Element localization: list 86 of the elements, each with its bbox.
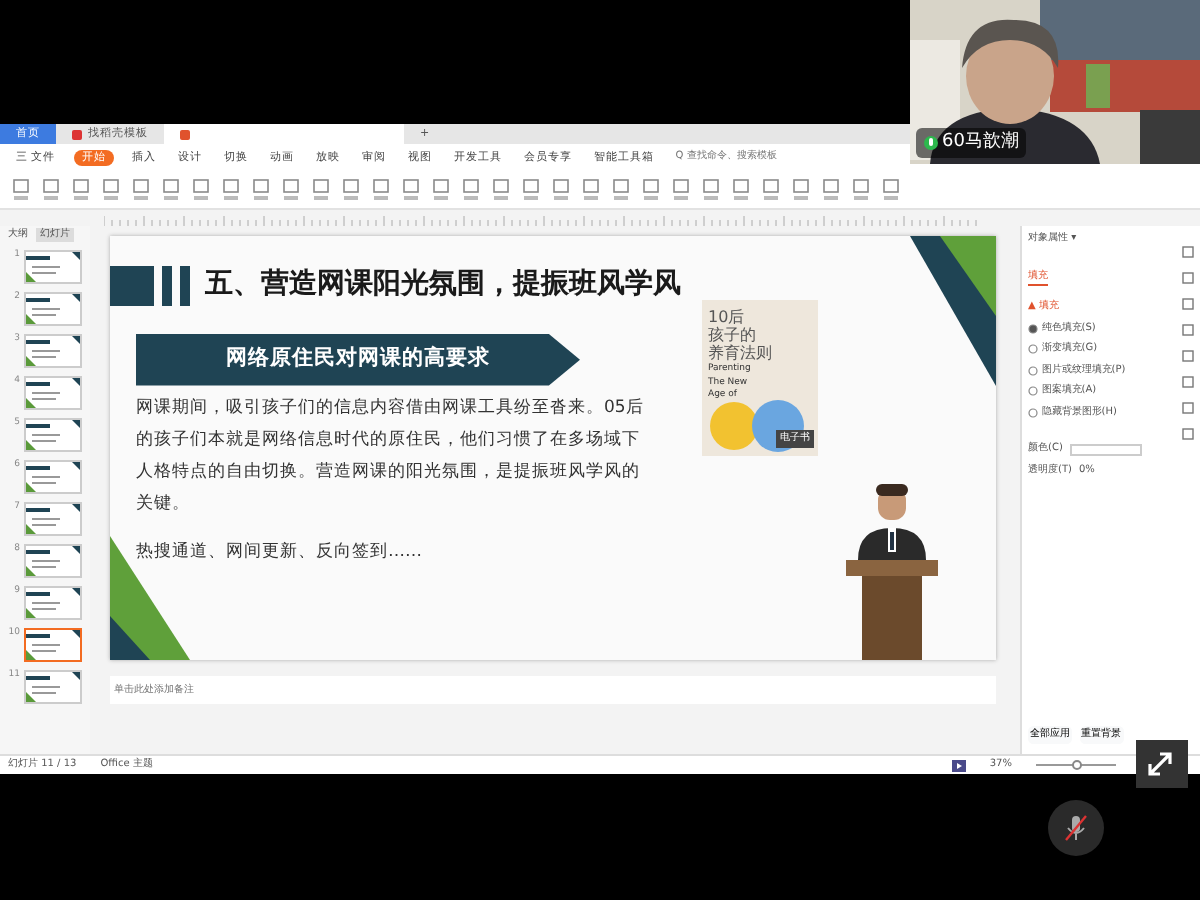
color-dropdown[interactable] — [1069, 443, 1142, 456]
toolbar-icon[interactable] — [102, 177, 120, 201]
toolbar-icon[interactable] — [702, 177, 720, 201]
slide-preview — [26, 588, 80, 618]
window-tab[interactable] — [164, 124, 404, 144]
toolbar-icon[interactable] — [132, 177, 150, 201]
radio-button[interactable] — [1028, 323, 1038, 334]
toolbar-icon[interactable] — [252, 177, 270, 201]
toolbar-icon[interactable] — [672, 177, 690, 201]
book-title: 10后 — [708, 308, 747, 326]
sidebar-icon[interactable] — [1182, 376, 1194, 388]
slide-thumbnail[interactable] — [24, 502, 82, 536]
sidebar-icon[interactable] — [1182, 298, 1194, 310]
sidebar-icon[interactable] — [1182, 246, 1194, 258]
play-icon[interactable] — [951, 759, 966, 771]
slide-preview — [26, 378, 80, 408]
toolbar-icon[interactable] — [642, 177, 660, 201]
toolbar-icon[interactable] — [432, 177, 450, 201]
slide-preview — [26, 420, 80, 450]
slide-preview — [26, 672, 80, 702]
toolbar-icon[interactable] — [612, 177, 630, 201]
toolbar-icon[interactable] — [852, 177, 870, 201]
document-icon — [72, 129, 82, 139]
toolbar-icon[interactable] — [372, 177, 390, 201]
radio-button[interactable] — [1028, 386, 1038, 397]
toolbar-icon[interactable] — [732, 177, 750, 201]
sidebar-icon[interactable] — [1182, 428, 1194, 440]
toolbar-icon[interactable] — [822, 177, 840, 201]
radio-button[interactable] — [1028, 344, 1038, 355]
slide-preview — [26, 294, 80, 324]
sidebar-icon[interactable] — [1182, 272, 1194, 284]
toolbar-icon[interactable] — [552, 177, 570, 201]
toolbar-icon[interactable] — [762, 177, 780, 201]
book-title: 养育法则 — [708, 344, 774, 362]
slide-preview — [26, 252, 80, 282]
slide-thumbnail[interactable] — [24, 544, 82, 578]
slide-thumbnail[interactable] — [24, 418, 82, 452]
toolbar-icon[interactable] — [312, 177, 330, 201]
participant-name: 60马歆潮 — [942, 129, 1019, 155]
toolbar-icon[interactable] — [582, 177, 600, 201]
microphone-icon — [924, 133, 938, 152]
slide-thumbnail[interactable] — [24, 376, 82, 410]
zoom-slider-thumb[interactable] — [1071, 760, 1081, 770]
banner: 网络原住民对网课的高要求 — [136, 334, 580, 386]
toolbar-icon[interactable] — [522, 177, 540, 201]
radio-button[interactable] — [1028, 407, 1038, 418]
muted-microphone-icon — [1060, 812, 1092, 844]
slide-preview — [26, 462, 80, 492]
slide-preview — [26, 336, 80, 366]
toolbar-icon[interactable] — [882, 177, 900, 201]
slide-thumbnail[interactable] — [24, 586, 82, 620]
toolbar-icon[interactable] — [42, 177, 60, 201]
toolbar-icon[interactable] — [162, 177, 180, 201]
slide-thumbnail[interactable] — [24, 292, 82, 326]
toolbar-icon[interactable] — [462, 177, 480, 201]
toolbar-icon[interactable] — [72, 177, 90, 201]
toolbar-icon[interactable] — [192, 177, 210, 201]
slide-thumbnail[interactable] — [24, 250, 82, 284]
mute-button[interactable] — [1048, 800, 1104, 856]
toolbar-icon[interactable] — [222, 177, 240, 201]
slide-preview — [26, 546, 80, 576]
slide-thumbnail[interactable] — [24, 460, 82, 494]
sidebar-icon[interactable] — [1182, 402, 1194, 414]
slide-thumbnail[interactable] — [24, 670, 82, 704]
slide-thumbnail[interactable] — [24, 628, 82, 662]
document-icon — [180, 129, 190, 139]
cover-art-drawing — [706, 400, 806, 452]
list-text: 热搜通道、网间更新、反向签到…… — [136, 539, 424, 566]
corner-decoration — [110, 536, 190, 660]
toolbar-icon[interactable] — [402, 177, 420, 201]
slide-preview — [26, 630, 80, 660]
radio-button[interactable] — [1028, 365, 1038, 376]
toolbar-icon[interactable] — [282, 177, 300, 201]
sidebar-icon[interactable] — [1182, 324, 1194, 336]
slide-title: 五、营造网课阳光氛围，提振班风学风 — [205, 266, 681, 304]
toolbar-icon[interactable] — [12, 177, 30, 201]
toolbar-icon[interactable] — [342, 177, 360, 201]
slide-preview — [26, 504, 80, 534]
paragraph: 网课期间，吸引孩子们的信息内容借由网课工具纷至沓来。05后的孩子们本就是网络信息时代的原住民，他们习惯了在多场域下人格特点的自由切换。营造网课的阳光氛围，是提振班风学风的关键。 — [136, 395, 646, 519]
book-title: 孩子的 — [708, 326, 758, 344]
slide-thumbnail[interactable] — [24, 334, 82, 368]
expand-icon — [1144, 748, 1176, 780]
toolbar-icon[interactable] — [792, 177, 810, 201]
expand-button[interactable] — [1136, 740, 1188, 788]
sidebar-icon[interactable] — [1182, 350, 1194, 362]
toolbar-icon[interactable] — [492, 177, 510, 201]
